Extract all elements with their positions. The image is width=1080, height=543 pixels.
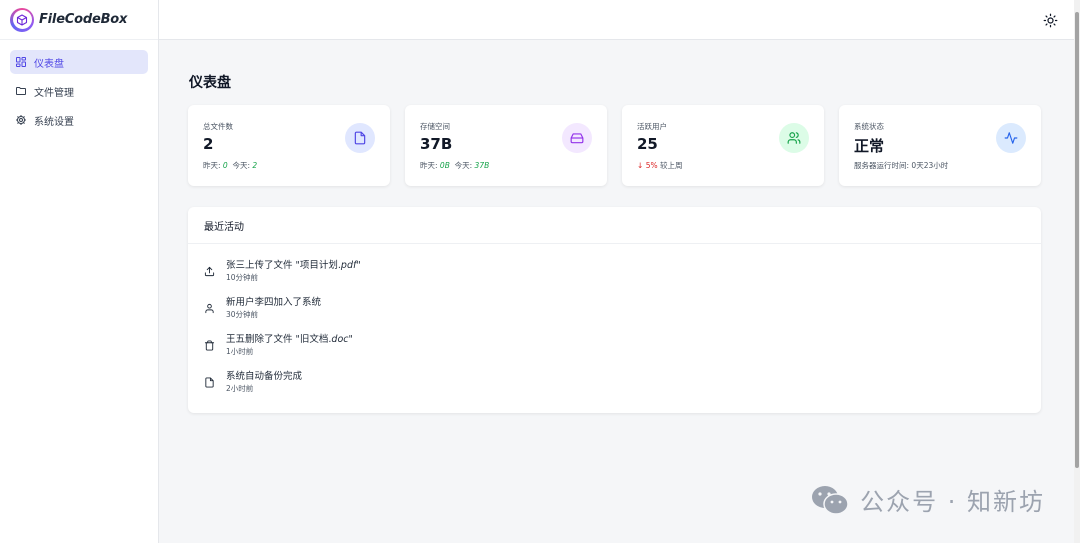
scrollbar[interactable]: [1074, 0, 1080, 543]
stat-value: 25: [637, 135, 658, 153]
activity-text: 张三上传了文件 "项目计划.pdf": [226, 260, 361, 271]
file-icon: [205, 377, 214, 388]
stat-value: 2: [203, 135, 214, 153]
sidebar-item-dashboard[interactable]: 仪表盘: [10, 50, 148, 74]
dashboard-grid-icon: [16, 57, 26, 67]
stat-value: 正常: [854, 137, 885, 155]
stat-sub: 昨天: 0B 今天: 37B: [420, 161, 490, 170]
stat-label: 系统状态: [854, 122, 884, 131]
page-title: 仪表盘: [189, 75, 231, 91]
sidebar-item-label: 系统设置: [34, 116, 74, 128]
activity-time: 1小时前: [226, 347, 254, 356]
stat-value: 37B: [420, 135, 453, 153]
folder-icon: [16, 87, 26, 95]
stat-label: 存储空间: [420, 122, 450, 131]
gear-icon: [16, 115, 26, 125]
stat-card-storage: 存储空间 37B 昨天: 0B 今天: 37B: [405, 105, 607, 186]
list-item: 系统自动备份完成 2小时前: [188, 370, 1041, 407]
app-name: FileCodeBox: [39, 12, 128, 27]
activity-list: 张三上传了文件 "项目计划.pdf" 10分钟前 新用户李四加入了系统 30分钟…: [188, 244, 1041, 407]
activity-time: 30分钟前: [226, 310, 259, 319]
sidebar-item-settings[interactable]: 系统设置: [10, 108, 148, 132]
logo-icon: [10, 7, 34, 32]
wechat-icon: [812, 485, 849, 515]
stat-sub: ↓ 5% 较上周: [637, 161, 683, 170]
stat-card-active-users: 活跃用户 25 ↓ 5% 较上周: [622, 105, 824, 186]
users-icon: [779, 123, 809, 153]
recent-activity-title: 最近活动: [188, 207, 1041, 244]
main-content: 仪表盘 总文件数 2 昨天: 0 今天: 2 存储空间 37B 昨天: 0B 今…: [159, 40, 1074, 543]
activity-time: 2小时前: [226, 384, 254, 393]
activity-time: 10分钟前: [226, 273, 259, 282]
sidebar-item-label: 仪表盘: [34, 58, 64, 70]
sidebar: FileCodeBox 仪表盘 文件管理 系统设置: [0, 0, 159, 543]
list-item: 王五删除了文件 "旧文档.doc" 1小时前: [188, 333, 1041, 370]
brand[interactable]: FileCodeBox: [0, 0, 158, 40]
watermark-text: 公众号 · 知新坊: [860, 488, 1045, 516]
user-icon: [205, 303, 214, 314]
stat-sub: 服务器运行时间: 0天23小时: [854, 161, 949, 170]
trash-icon: [204, 340, 215, 351]
scrollbar-thumb[interactable]: [1075, 12, 1079, 468]
sidebar-item-files[interactable]: 文件管理: [10, 79, 148, 103]
sidebar-nav: 仪表盘 文件管理 系统设置: [0, 40, 158, 132]
activity-text: 新用户李四加入了系统: [226, 297, 322, 308]
stat-card-system-status: 系统状态 正常 服务器运行时间: 0天23小时: [839, 105, 1041, 186]
trend-down-icon: ↓: [637, 161, 644, 170]
stat-card-total-files: 总文件数 2 昨天: 0 今天: 2: [188, 105, 390, 186]
list-item: 张三上传了文件 "项目计划.pdf" 10分钟前: [188, 259, 1041, 296]
stat-sub: 昨天: 0 今天: 2: [203, 161, 258, 170]
upload-icon: [204, 266, 215, 277]
hard-drive-icon: [562, 123, 592, 153]
sun-icon[interactable]: [1043, 13, 1058, 28]
stat-label: 活跃用户: [637, 122, 667, 131]
watermark: 公众号 · 知新坊: [810, 482, 1045, 517]
stat-label: 总文件数: [203, 122, 233, 131]
list-item: 新用户李四加入了系统 30分钟前: [188, 296, 1041, 333]
sidebar-item-label: 文件管理: [34, 87, 74, 99]
topbar: [159, 0, 1074, 40]
activity-text: 系统自动备份完成: [226, 371, 303, 382]
activity-text: 王五删除了文件 "旧文档.doc": [226, 334, 353, 345]
file-icon: [345, 123, 375, 153]
recent-activity-panel: 最近活动 张三上传了文件 "项目计划.pdf" 10分钟前 新用户李四加入了系统…: [188, 207, 1041, 413]
activity-icon: [996, 123, 1026, 153]
